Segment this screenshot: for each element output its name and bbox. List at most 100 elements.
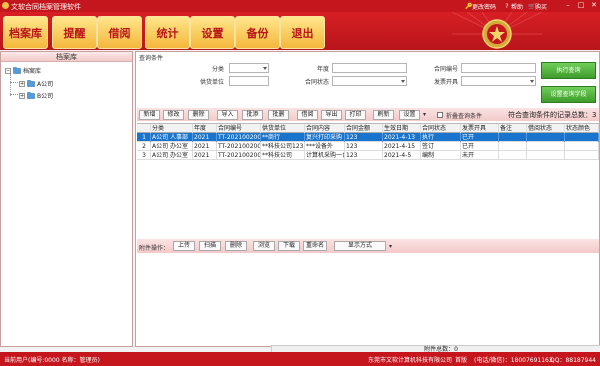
cart-icon: 🛒 [528,2,536,10]
borrow-button[interactable]: 借阅 [97,16,142,49]
table-settings-button[interactable]: 设置 [399,110,420,120]
column-header[interactable]: 分类 [151,124,193,133]
year-input[interactable] [332,63,407,73]
tree-node-label: A公司 [37,81,54,88]
column-header[interactable]: 合同状态 [421,124,461,133]
invoice-select[interactable] [461,76,536,86]
export-button[interactable]: 导出 [321,110,342,120]
expand-icon[interactable]: + [19,80,25,87]
company-name: 东莞市文软计算机科技有限公司 [368,357,453,364]
close-button[interactable]: ✕ [588,1,600,10]
table-header-row: 分类 年度 合同编号 供货单位 合同内容 合同金额 生效日期 合同状态 发票开具… [137,124,599,133]
tree-node-b-company[interactable]: + B公司 [19,91,53,100]
batch-delete-button[interactable]: 批删 [268,110,289,120]
attachment-bar: 附件操作： 上传 扫描 删除 浏览 下载 重命名 显示方式 ▾ [137,239,599,253]
display-mode-dropdown-icon[interactable]: ▾ [389,243,392,250]
contract-table: 分类 年度 合同编号 供货单位 合同内容 合同金额 生效日期 合同状态 发票开具… [137,123,599,233]
upload-button[interactable]: 上传 [173,241,195,251]
folder-icon [13,66,21,74]
run-query-button[interactable]: 执行查询 [541,62,596,79]
delete-button[interactable]: 删除 [188,110,209,120]
contact-qq: QQ：88187944 [550,357,596,364]
column-header[interactable]: 年度 [193,124,217,133]
year-label: 年度 [316,66,329,73]
title-bar: 文软合同档案管理软件 🔑 更改密码 ? 帮助 🛒 购买 – □ ✕ [0,0,600,12]
display-mode-button[interactable]: 显示方式 [334,241,386,251]
category-label: 分类 [211,66,224,73]
chevron-down-icon [263,67,267,70]
folder-icon [27,91,35,99]
status-label: 合同状态 [304,79,329,86]
print-button[interactable]: 打印 [345,110,366,120]
settings-dropdown-icon[interactable]: ▾ [423,111,426,118]
change-password-link[interactable]: 🔑 更改密码 [465,2,496,11]
batch-add-button[interactable]: 批添 [242,110,263,120]
tree-node-a-company[interactable]: + A公司 [19,79,53,88]
attachment-list [137,253,599,345]
column-header[interactable]: 合同内容 [305,124,345,133]
column-header[interactable]: 发票开具 [461,124,499,133]
column-header[interactable]: 借阅状态 [527,124,565,133]
fold-query-label: 折叠查询条件 [446,113,483,120]
status-bar: 当前用户(编号:0000 名称：管理员) 东莞市文软计算机科技有限公司 首版 (… [0,352,600,366]
record-count: 符合查询条件的记录总数：3 [508,111,597,119]
column-header[interactable]: 备注 [499,124,527,133]
action-bar: 新增 修改 删除 导入 批添 批删 借阅 导出 打印 刷新 设置 ▾ 折叠查询条… [137,108,599,121]
buy-link[interactable]: 🛒 购买 [528,2,547,11]
reminder-button[interactable]: 提醒 [52,16,97,49]
main-content: 查询条件 分类 年度 合同编号 供货单位 合同状态 发票开具 执行查询 设置查询… [135,51,600,354]
rename-button[interactable]: 重命名 [303,241,327,251]
column-header[interactable]: 合同金额 [345,124,383,133]
category-select[interactable] [229,63,269,73]
tree-root-label: 档案库 [23,68,42,75]
archive-tree-panel: 档案库 − 档案库 + A公司 + B公司 [0,51,133,347]
tree-node-root[interactable]: − 档案库 [5,66,41,75]
contract-no-label: 合同编号 [433,66,458,73]
emblem-icon [452,12,542,49]
chevron-down-icon [401,80,405,83]
fold-query-checkbox[interactable] [437,112,443,118]
attachment-delete-button[interactable]: 删除 [225,241,247,251]
borrow-record-button[interactable]: 借阅 [297,110,318,120]
archive-button[interactable]: 档案库 [3,16,48,49]
settings-button[interactable]: 设置 [190,16,235,49]
add-button[interactable]: 新增 [139,110,160,120]
set-query-fields-button[interactable]: 设置查询字段 [541,86,596,103]
invoice-label: 发票开具 [433,79,458,86]
column-header[interactable]: 生效日期 [383,124,421,133]
help-icon: ? [505,2,509,10]
contact-phone: (电话/微信)：18007691163 [474,357,553,364]
scan-button[interactable]: 扫描 [199,241,221,251]
table-row[interactable]: 1 A公司 人事部 2021 TT-2021002002 **商行 复兴打印采购… [137,133,599,142]
help-label: 帮助 [511,4,524,11]
column-header[interactable]: 合同编号 [217,124,261,133]
current-user: 当前用户(编号:0000 名称：管理员) [4,357,100,364]
import-button[interactable]: 导入 [217,110,238,120]
table-row[interactable]: 3 A公司 办公室 2021 TT-2021002001 **科技公司 计算机采… [137,151,599,160]
status-select[interactable] [332,76,407,86]
chevron-down-icon [530,80,534,83]
collapse-icon[interactable]: − [5,67,11,74]
download-button[interactable]: 下载 [278,241,300,251]
attachment-label: 附件操作： [139,245,170,252]
help-link[interactable]: ? 帮助 [504,2,523,11]
column-header[interactable]: 状态颜色 [565,124,599,133]
refresh-button[interactable]: 刷新 [373,110,394,120]
maximize-button[interactable]: □ [575,1,587,10]
edit-button[interactable]: 修改 [163,110,184,120]
key-icon: 🔑 [465,2,473,10]
supplier-input[interactable] [229,76,269,86]
statistics-button[interactable]: 统计 [145,16,190,49]
column-header[interactable]: 供货单位 [261,124,305,133]
main-toolbar: 档案库 提醒 借阅 统计 设置 备份 退出 [0,12,600,50]
tree-node-label: B公司 [37,93,54,100]
buy-label: 购买 [535,4,548,11]
contract-no-input[interactable] [461,63,536,73]
browse-button[interactable]: 浏览 [253,241,275,251]
expand-icon[interactable]: + [19,92,25,99]
table-row[interactable]: 2 A公司 办公室 2021 TT-2021002001 **科技公司123 *… [137,142,599,151]
minimize-button[interactable]: – [562,1,574,10]
exit-button[interactable]: 退出 [280,16,325,49]
backup-button[interactable]: 备份 [235,16,280,49]
app-logo-icon [2,2,9,9]
